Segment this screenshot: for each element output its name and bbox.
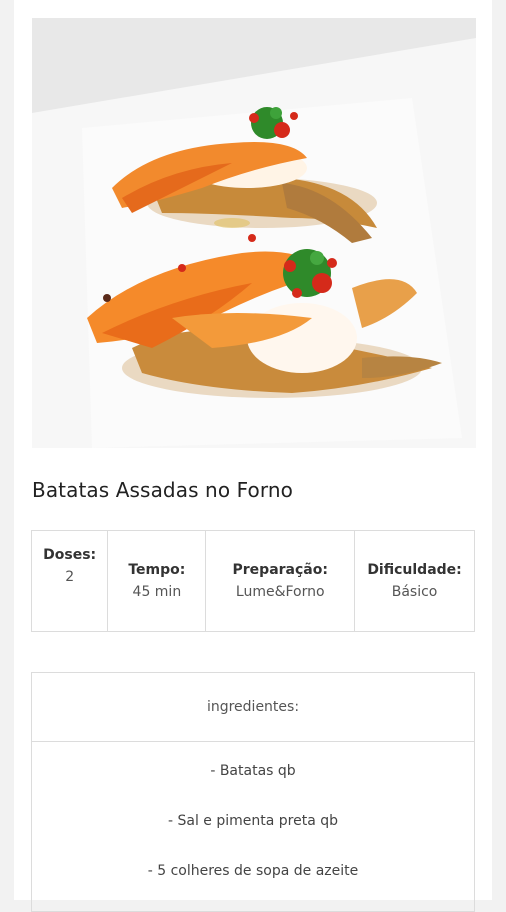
ingredient-item: - Sal e pimenta preta qb <box>167 813 339 829</box>
preparacao-label: Preparação: <box>232 562 328 578</box>
info-doses: Doses: 2 <box>32 531 109 631</box>
tempo-label: Tempo: <box>128 562 186 578</box>
info-dificuldade: Dificuldade: Básico <box>355 531 474 631</box>
recipe-info-table: Doses: 2 Tempo: 45 min Preparação: Lume&… <box>31 530 475 632</box>
ingredients-box: ingredientes: - Batatas qb - Sal e pimen… <box>31 672 475 912</box>
ingredients-list: - Batatas qb - Sal e pimenta preta qb - … <box>32 742 474 896</box>
recipe-title: Batatas Assadas no Forno <box>32 478 293 502</box>
ingredients-heading: ingredientes: <box>32 673 474 742</box>
dificuldade-value: Básico <box>391 584 438 600</box>
doses-label: Doses: <box>43 547 97 563</box>
recipe-photo <box>32 18 476 448</box>
ingredient-item: - 5 colheres de sopa de azeite <box>147 863 359 879</box>
preparacao-value: Lume&Forno <box>235 584 325 600</box>
page: Batatas Assadas no Forno Doses: 2 Tempo:… <box>14 0 492 912</box>
ingredient-item: - Batatas qb <box>210 763 296 779</box>
info-preparacao: Preparação: Lume&Forno <box>206 531 356 631</box>
tempo-value: 45 min <box>132 584 182 600</box>
dificuldade-label: Dificuldade: <box>367 562 462 578</box>
doses-value: 2 <box>65 569 75 585</box>
info-tempo: Tempo: 45 min <box>108 531 207 631</box>
